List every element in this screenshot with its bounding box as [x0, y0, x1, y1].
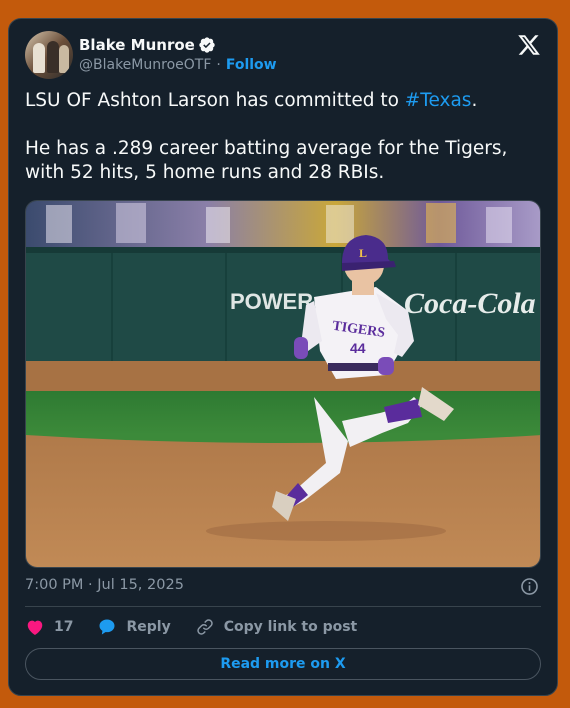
copy-link-button[interactable]: Copy link to post	[195, 617, 358, 637]
copy-link-label: Copy link to post	[223, 619, 358, 635]
verified-badge-icon	[199, 37, 215, 53]
divider	[25, 606, 541, 607]
author-name-row: Blake Munroe	[79, 36, 216, 54]
hashtag-link[interactable]: #Texas	[405, 90, 472, 111]
post-text: LSU OF Ashton Larson has committed to #T…	[25, 89, 545, 185]
follow-link[interactable]: Follow	[226, 57, 277, 73]
jersey-number: 44	[350, 340, 366, 356]
action-bar: 17 Reply Copy link to post	[25, 617, 381, 637]
reply-bubble-icon	[99, 619, 115, 635]
author-display-name[interactable]: Blake Munroe	[79, 36, 195, 54]
heart-icon	[27, 620, 43, 635]
wall-ad-left: POWER	[230, 289, 313, 314]
x-logo-icon[interactable]	[517, 33, 541, 57]
separator-dot: ·	[216, 57, 221, 73]
baseball-player-photo: POWER Coca-Cola TIGERS 44 L	[26, 201, 540, 567]
link-icon	[197, 619, 213, 635]
like-count: 17	[54, 619, 74, 635]
info-icon[interactable]	[520, 577, 539, 596]
wall-ad-right: Coca-Cola	[404, 287, 536, 320]
read-more-button[interactable]: Read more on X	[25, 648, 541, 680]
like-button[interactable]: 17	[25, 617, 73, 637]
reply-button[interactable]: Reply	[97, 617, 171, 637]
author-handle[interactable]: @BlakeMunroeOTF	[79, 57, 211, 73]
reply-label: Reply	[126, 619, 171, 635]
svg-text:L: L	[359, 246, 367, 260]
author-handle-row: @BlakeMunroeOTF · Follow	[79, 57, 277, 73]
post-photo[interactable]: POWER Coca-Cola TIGERS 44 L	[25, 200, 541, 568]
embedded-post-card: Blake Munroe @BlakeMunroeOTF · Follow LS…	[8, 18, 558, 696]
post-timestamp[interactable]: 7:00 PM · Jul 15, 2025	[25, 577, 184, 593]
avatar[interactable]	[25, 31, 73, 79]
post-text-lead: LSU OF Ashton Larson has committed to	[25, 90, 405, 111]
